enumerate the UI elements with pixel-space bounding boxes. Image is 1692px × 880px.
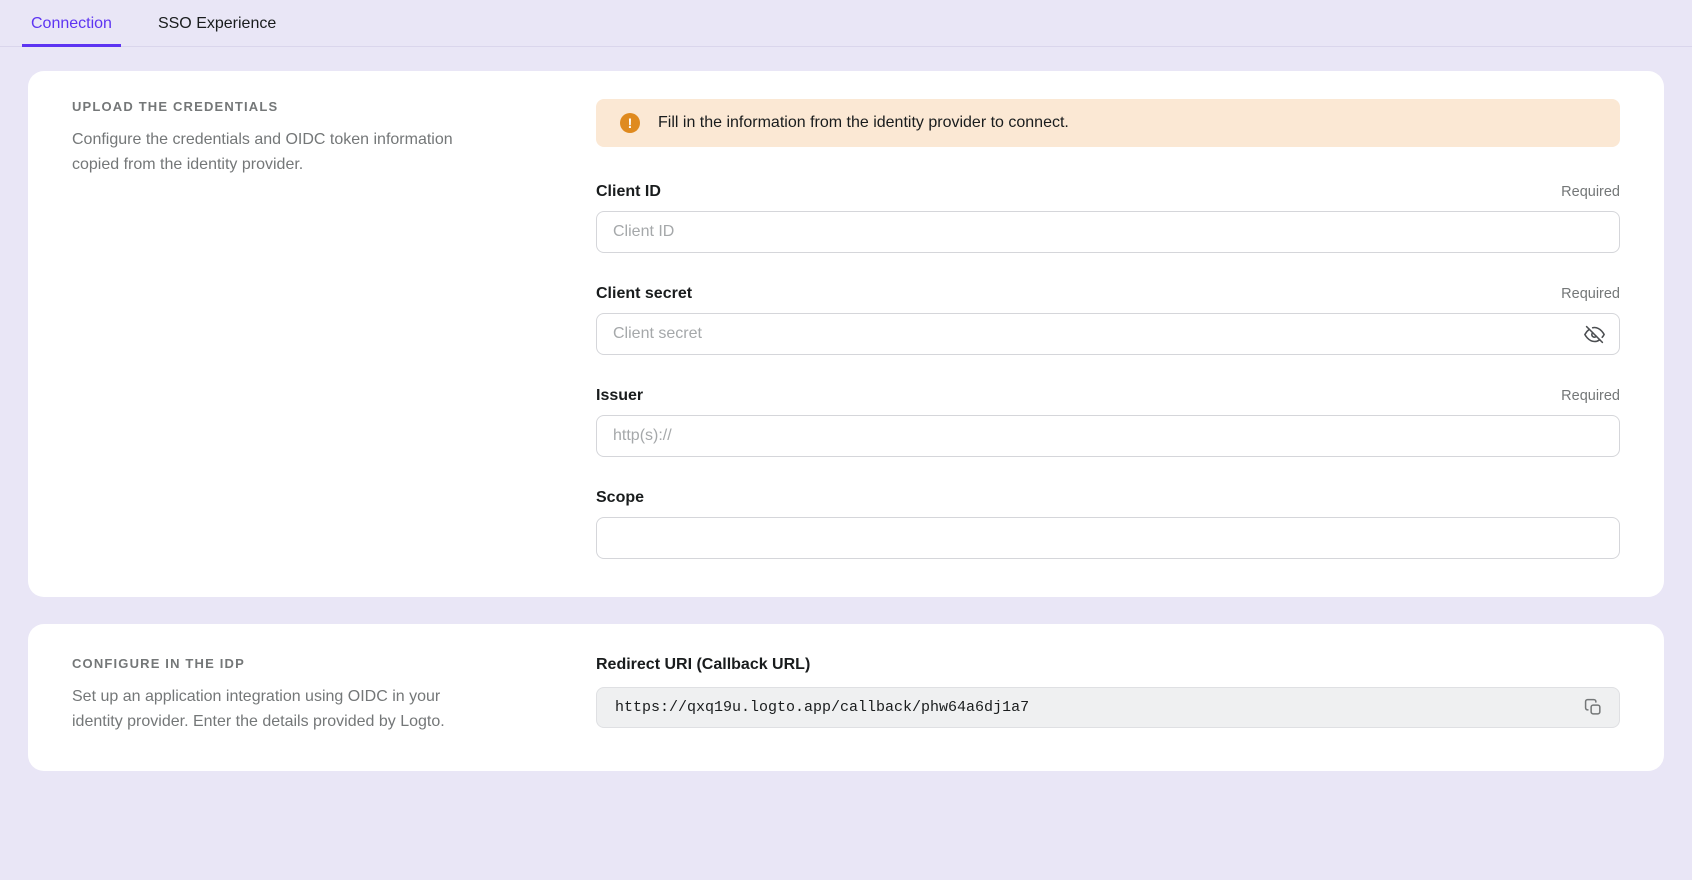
- idp-card: CONFIGURE IN THE IDP Set up an applicati…: [28, 624, 1664, 771]
- credentials-section-heading: UPLOAD THE CREDENTIALS: [72, 99, 502, 114]
- client-secret-field-group: Client secret Required: [596, 285, 1620, 355]
- tabbar: Connection SSO Experience: [0, 0, 1692, 47]
- copy-icon[interactable]: [1580, 695, 1606, 721]
- warning-icon: !: [620, 113, 640, 133]
- client-id-label: Client ID: [596, 183, 661, 201]
- issuer-label: Issuer: [596, 387, 643, 405]
- eye-off-icon[interactable]: [1581, 321, 1607, 347]
- alert-text: Fill in the information from the identit…: [658, 114, 1069, 132]
- issuer-field-group: Issuer Required: [596, 387, 1620, 457]
- issuer-input[interactable]: [596, 415, 1620, 457]
- tab-connection[interactable]: Connection: [22, 0, 121, 47]
- credentials-card: UPLOAD THE CREDENTIALS Configure the cre…: [28, 71, 1664, 597]
- scope-field-group: Scope: [596, 489, 1620, 559]
- scope-input[interactable]: [596, 517, 1620, 559]
- tab-sso-experience[interactable]: SSO Experience: [149, 0, 285, 47]
- redirect-uri-value: https://qxq19u.logto.app/callback/phw64a…: [615, 699, 1580, 716]
- redirect-uri-label: Redirect URI (Callback URL): [596, 656, 1620, 674]
- redirect-uri-box: https://qxq19u.logto.app/callback/phw64a…: [596, 687, 1620, 728]
- idp-section-heading: CONFIGURE IN THE IDP: [72, 656, 502, 671]
- credentials-section-description: Configure the credentials and OIDC token…: [72, 128, 492, 178]
- client-id-field-group: Client ID Required: [596, 183, 1620, 253]
- client-id-input[interactable]: [596, 211, 1620, 253]
- idp-section-description: Set up an application integration using …: [72, 685, 492, 735]
- issuer-required-badge: Required: [1561, 388, 1620, 404]
- scope-label: Scope: [596, 489, 644, 507]
- info-alert: ! Fill in the information from the ident…: [596, 99, 1620, 147]
- client-id-required-badge: Required: [1561, 184, 1620, 200]
- client-secret-label: Client secret: [596, 285, 692, 303]
- client-secret-input[interactable]: [596, 313, 1620, 355]
- client-secret-required-badge: Required: [1561, 286, 1620, 302]
